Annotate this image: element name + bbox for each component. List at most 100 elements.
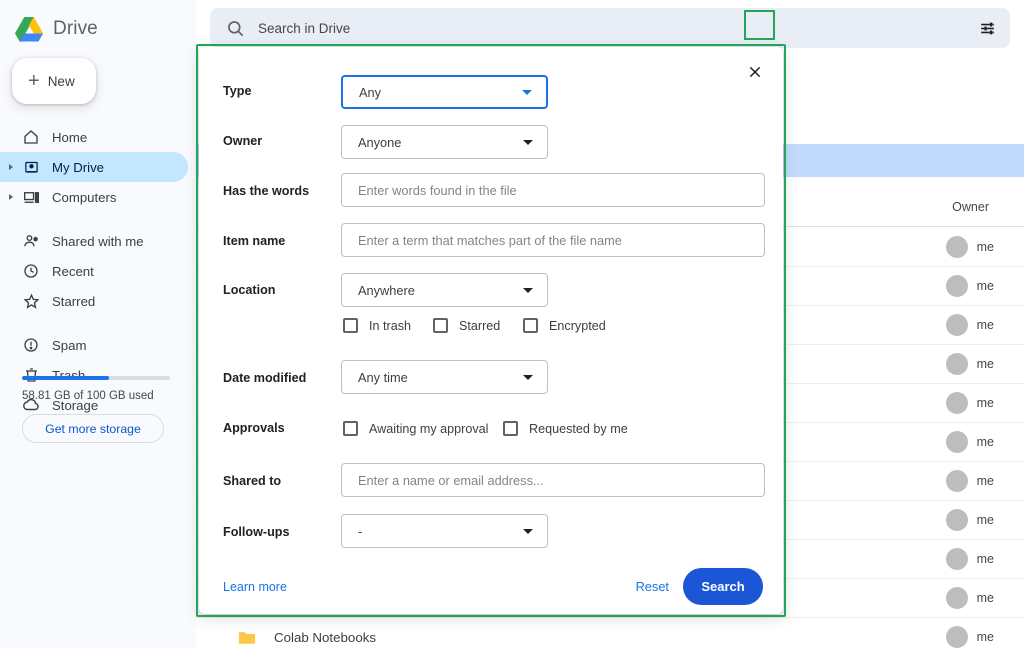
follow-ups-select-value: - xyxy=(358,524,362,539)
checkbox-box[interactable] xyxy=(523,318,538,333)
search-box[interactable]: Search in Drive xyxy=(210,8,1010,48)
avatar xyxy=(946,509,968,531)
folder-icon xyxy=(238,630,256,645)
checkbox-in-trash[interactable]: In trash xyxy=(343,318,411,333)
owner-name: me xyxy=(977,630,994,644)
chevron-right-icon xyxy=(9,194,13,200)
computer-icon xyxy=(22,188,40,206)
avatar xyxy=(946,431,968,453)
checkbox-label: Encrypted xyxy=(549,319,606,333)
storage-progress-fill xyxy=(22,376,109,380)
new-button[interactable]: + New xyxy=(12,58,96,104)
checkbox-label: Starred xyxy=(459,319,500,333)
sidebar-item-label: Recent xyxy=(52,264,94,279)
chevron-down-icon xyxy=(523,140,533,145)
storage-used-text: 58.81 GB of 100 GB used xyxy=(22,390,170,402)
date-modified-select-value: Any time xyxy=(358,370,408,385)
owner-name: me xyxy=(977,591,994,605)
owner-name: me xyxy=(977,435,994,449)
checkbox-starred[interactable]: Starred xyxy=(433,318,500,333)
owner-name: me xyxy=(977,474,994,488)
field-label-date-modified: Date modified xyxy=(223,371,306,385)
learn-more-link[interactable]: Learn more xyxy=(223,580,287,594)
owner-name: me xyxy=(977,396,994,410)
storage-progress-bar xyxy=(22,376,170,380)
type-select-value: Any xyxy=(359,85,381,100)
tune-icon[interactable] xyxy=(970,11,1004,45)
owner-select[interactable]: Anyone xyxy=(341,125,548,159)
storage-section: 58.81 GB of 100 GB used Get more storage xyxy=(22,376,170,443)
owner-name: me xyxy=(977,240,994,254)
checkbox-requested-by-me[interactable]: Requested by me xyxy=(503,421,628,436)
owner-name: me xyxy=(977,513,994,527)
owner-cell: me xyxy=(946,392,994,414)
checkbox-awaiting-my-approval[interactable]: Awaiting my approval xyxy=(343,421,488,436)
avatar xyxy=(946,548,968,570)
chevron-down-icon xyxy=(523,288,533,293)
sidebar-item-label: Home xyxy=(52,130,87,145)
has-the-words-input[interactable] xyxy=(341,173,765,207)
clock-icon xyxy=(22,262,40,280)
owner-cell: me xyxy=(946,548,994,570)
my-drive-icon xyxy=(22,158,40,176)
follow-ups-select[interactable]: - xyxy=(341,514,548,548)
search-button[interactable]: Search xyxy=(683,568,763,605)
checkbox-box[interactable] xyxy=(503,421,518,436)
item-name-input[interactable] xyxy=(341,223,765,257)
search-icon xyxy=(226,19,245,38)
checkbox-box[interactable] xyxy=(433,318,448,333)
nav-divider xyxy=(0,316,196,330)
location-select[interactable]: Anywhere xyxy=(341,273,548,307)
sidebar-item-shared-with-me[interactable]: Shared with me xyxy=(0,226,188,256)
new-button-label: New xyxy=(48,74,75,89)
date-modified-select[interactable]: Any time xyxy=(341,360,548,394)
owner-cell: me xyxy=(946,470,994,492)
field-label-shared-to: Shared to xyxy=(223,474,281,488)
field-label-location: Location xyxy=(223,283,275,297)
checkbox-box[interactable] xyxy=(343,318,358,333)
sidebar-item-spam[interactable]: Spam xyxy=(0,330,188,360)
owner-cell: me xyxy=(946,431,994,453)
sidebar-item-computers[interactable]: Computers xyxy=(0,182,188,212)
avatar xyxy=(946,353,968,375)
table-row[interactable]: Colab Notebooks me xyxy=(196,618,1024,648)
drive-logo-icon xyxy=(14,16,44,42)
close-icon[interactable] xyxy=(741,58,769,86)
spam-icon xyxy=(22,336,40,354)
chevron-down-icon xyxy=(523,529,533,534)
avatar xyxy=(946,392,968,414)
owner-cell: me xyxy=(946,509,994,531)
location-select-value: Anywhere xyxy=(358,283,415,298)
type-select[interactable]: Any xyxy=(341,75,548,109)
sidebar-item-label: Shared with me xyxy=(52,234,144,249)
avatar xyxy=(946,587,968,609)
drive-app: Drive + New Home My Drive xyxy=(0,0,1024,648)
avatar xyxy=(946,236,968,258)
owner-name: me xyxy=(977,318,994,332)
sidebar-item-recent[interactable]: Recent xyxy=(0,256,188,286)
reset-button[interactable]: Reset xyxy=(636,579,669,594)
checkbox-box[interactable] xyxy=(343,421,358,436)
star-icon xyxy=(22,292,40,310)
owner-cell: me xyxy=(946,353,994,375)
avatar xyxy=(946,626,968,648)
people-icon xyxy=(22,232,40,250)
owner-cell: me xyxy=(946,314,994,336)
owner-cell: me xyxy=(946,587,994,609)
plus-icon: + xyxy=(28,71,40,91)
get-more-storage-button[interactable]: Get more storage xyxy=(22,414,164,443)
file-name-cell: Colab Notebooks xyxy=(238,630,376,645)
shared-to-input[interactable] xyxy=(341,463,765,497)
avatar xyxy=(946,470,968,492)
owner-cell: me xyxy=(946,626,994,648)
owner-cell: me xyxy=(946,236,994,258)
sidebar-item-starred[interactable]: Starred xyxy=(0,286,188,316)
chevron-down-icon xyxy=(522,90,532,95)
avatar xyxy=(946,314,968,336)
field-label-item-name: Item name xyxy=(223,234,285,248)
sidebar-item-home[interactable]: Home xyxy=(0,122,188,152)
field-label-owner: Owner xyxy=(223,134,262,148)
field-label-approvals: Approvals xyxy=(223,421,285,435)
sidebar-item-my-drive[interactable]: My Drive xyxy=(0,152,188,182)
checkbox-encrypted[interactable]: Encrypted xyxy=(523,318,606,333)
